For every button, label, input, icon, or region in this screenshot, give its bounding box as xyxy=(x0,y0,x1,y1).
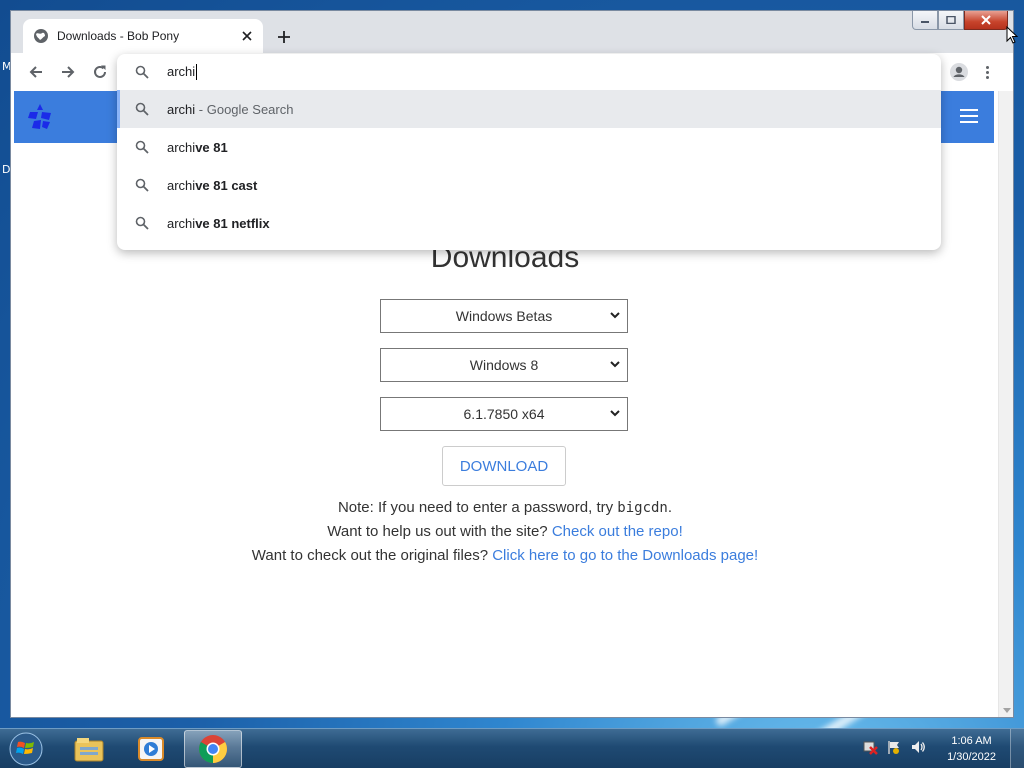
start-button[interactable] xyxy=(6,730,46,768)
show-desktop-button[interactable] xyxy=(1010,729,1024,768)
volume-icon[interactable] xyxy=(910,739,926,755)
minimize-button[interactable] xyxy=(912,11,938,30)
omnibox-dropdown: archi archi - Google Search archive 81 a… xyxy=(117,54,941,250)
close-icon xyxy=(981,15,991,25)
new-tab-button[interactable] xyxy=(273,26,295,48)
suggestion-item[interactable]: archive 81 netflix xyxy=(117,204,941,242)
maximize-icon xyxy=(946,16,956,24)
scrollbar[interactable] xyxy=(998,91,1013,717)
category-select-value: Windows Betas xyxy=(455,308,553,324)
start-orb-icon xyxy=(9,732,43,766)
chevron-down-icon xyxy=(610,361,620,368)
action-center-flag-icon[interactable] xyxy=(886,739,902,755)
downloads-page-link[interactable]: Click here to go to the Downloads page! xyxy=(492,547,758,564)
system-tray xyxy=(862,739,926,755)
address-bar[interactable]: archi xyxy=(117,54,941,90)
site-logo-icon[interactable] xyxy=(26,103,54,131)
search-icon xyxy=(135,102,149,116)
maximize-button[interactable] xyxy=(938,11,964,30)
clock-time: 1:06 AM xyxy=(951,735,992,747)
browser-tab[interactable]: Downloads - Bob Pony xyxy=(23,19,263,53)
version-select-value: Windows 8 xyxy=(469,357,539,373)
reload-icon xyxy=(94,65,106,78)
suggestion-item[interactable]: archi - Google Search xyxy=(117,90,941,128)
plus-icon xyxy=(278,31,290,43)
caption-buttons xyxy=(912,11,1008,31)
taskbar-explorer[interactable] xyxy=(60,730,118,768)
taskbar-chrome[interactable] xyxy=(184,730,242,768)
menu-button[interactable] xyxy=(977,62,997,82)
taskbar-clock[interactable]: 1:06 AM 1/30/2022 xyxy=(947,733,996,765)
help-line: Want to help us out with the site? Check… xyxy=(327,523,683,540)
taskbar-media-player[interactable] xyxy=(122,730,180,768)
chevron-down-icon xyxy=(610,410,620,417)
repo-link[interactable]: Check out the repo! xyxy=(552,523,683,540)
network-error-icon[interactable] xyxy=(862,739,878,755)
reload-button[interactable] xyxy=(87,59,113,85)
version-select[interactable]: Windows 8 xyxy=(380,348,628,382)
taskbar: 1:06 AM 1/30/2022 xyxy=(0,728,1024,768)
search-icon xyxy=(135,216,149,230)
chrome-icon xyxy=(199,735,227,763)
minimize-icon xyxy=(921,21,929,23)
password-code: bigcdn xyxy=(617,500,668,516)
globe-icon xyxy=(34,29,48,43)
chrome-window: Downloads - Bob Pony archi archi - Googl… xyxy=(10,10,1014,718)
clock-date: 1/30/2022 xyxy=(947,751,996,763)
search-icon xyxy=(135,140,149,154)
hamburger-icon[interactable] xyxy=(960,109,978,123)
search-icon xyxy=(135,65,149,79)
suggestion-item[interactable]: archive 81 cast xyxy=(117,166,941,204)
original-files-line: Want to check out the original files? Cl… xyxy=(251,547,759,564)
explorer-icon xyxy=(74,738,104,762)
download-button[interactable]: DOWNLOAD xyxy=(442,446,566,486)
mouse-cursor-icon xyxy=(1006,26,1018,44)
address-input[interactable]: archi xyxy=(167,64,198,81)
media-player-icon xyxy=(138,737,164,761)
build-select-value: 6.1.7850 x64 xyxy=(463,406,545,422)
category-select[interactable]: Windows Betas xyxy=(380,299,628,333)
build-select[interactable]: 6.1.7850 x64 xyxy=(380,397,628,431)
tab-close-icon[interactable] xyxy=(241,30,253,42)
password-note: Note: If you need to enter a password, t… xyxy=(337,499,673,516)
chevron-down-icon xyxy=(610,312,620,319)
profile-button[interactable] xyxy=(949,62,969,82)
window-close-button[interactable] xyxy=(964,11,1008,30)
back-button[interactable] xyxy=(23,59,49,85)
forward-icon xyxy=(62,66,75,78)
tab-title: Downloads - Bob Pony xyxy=(57,29,180,43)
profile-icon xyxy=(950,63,968,81)
forward-button[interactable] xyxy=(55,59,81,85)
back-icon xyxy=(29,66,42,78)
suggestion-item[interactable]: archive 81 xyxy=(117,128,941,166)
search-icon xyxy=(135,178,149,192)
